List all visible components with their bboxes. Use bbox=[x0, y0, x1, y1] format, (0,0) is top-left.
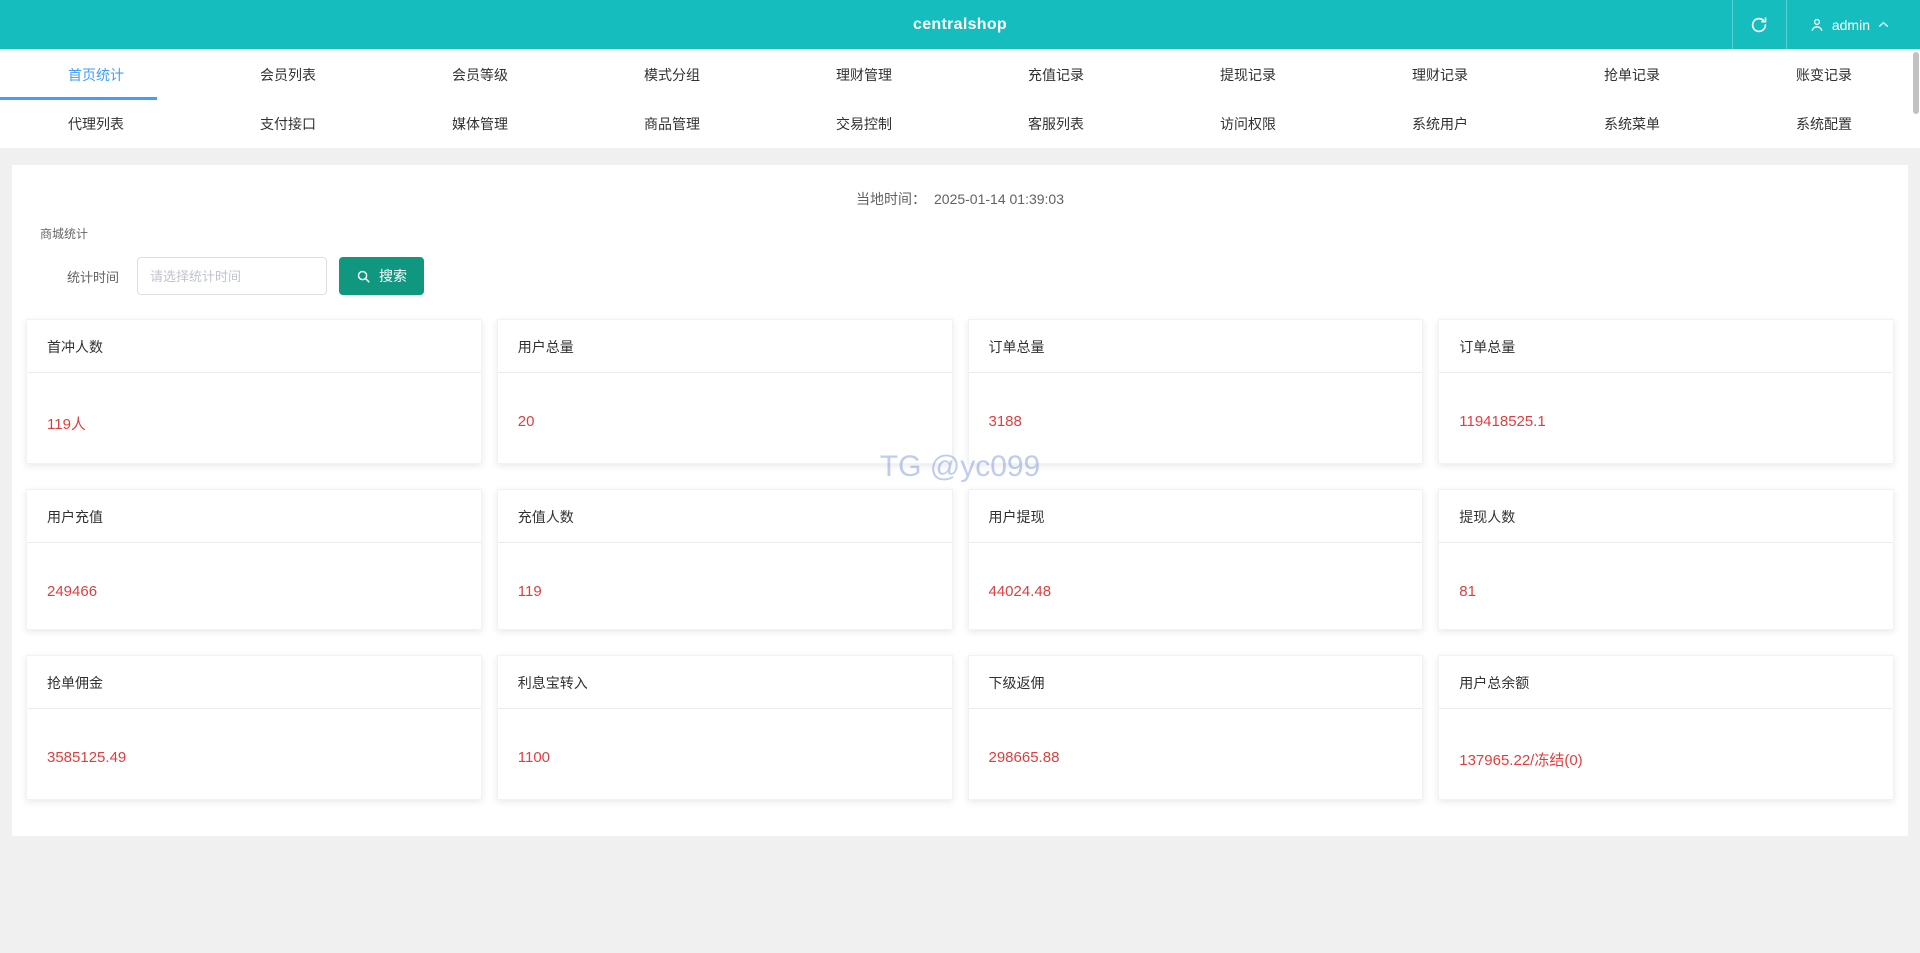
stat-card-title: 订单总量 bbox=[1439, 320, 1893, 373]
stat-card-total-orders: 订单总量 3188 bbox=[967, 319, 1424, 464]
stat-card-user-total-balance: 用户总余额 137965.22/冻结(0) bbox=[1438, 655, 1894, 800]
content-panel: 当地时间： 2025-01-14 01:39:03 商城统计 统计时间 搜索 首冲… bbox=[12, 165, 1908, 836]
stat-card-value: 1100 bbox=[517, 749, 551, 766]
stat-card-total-order-amount: 订单总量 119418525.1 bbox=[1438, 319, 1894, 464]
stat-card-value: 119人 bbox=[47, 416, 86, 433]
tab-trade-control[interactable]: 交易控制 bbox=[768, 100, 960, 148]
stat-card-user-recharge: 用户充值 249466 bbox=[26, 489, 482, 630]
stat-card-withdraw-users: 提现人数 81 bbox=[1438, 489, 1894, 630]
tab-finance-manage[interactable]: 理财管理 bbox=[768, 49, 960, 100]
tab-payment-api[interactable]: 支付接口 bbox=[192, 100, 384, 148]
stat-card-interest-transfer: 利息宝转入 1100 bbox=[496, 655, 953, 800]
stat-card-user-withdraw: 用户提现 44024.48 bbox=[967, 489, 1424, 630]
tab-system-menu[interactable]: 系统菜单 bbox=[1536, 100, 1728, 148]
app-title: centralshop bbox=[913, 15, 1007, 33]
tab-system-user[interactable]: 系统用户 bbox=[1344, 100, 1536, 148]
stat-card-title: 用户总量 bbox=[497, 320, 952, 373]
local-time: 当地时间： 2025-01-14 01:39:03 bbox=[12, 165, 1908, 209]
search-icon bbox=[356, 269, 371, 284]
search-button[interactable]: 搜索 bbox=[339, 257, 425, 295]
stat-card-recharge-users: 充值人数 119 bbox=[496, 489, 953, 630]
stat-card-value: 20 bbox=[517, 413, 535, 430]
stat-time-input[interactable] bbox=[137, 257, 328, 295]
stat-card-value: 44024.48 bbox=[988, 583, 1052, 600]
stat-card-value: 249466 bbox=[47, 583, 98, 600]
stat-card-title: 用户总余额 bbox=[1439, 656, 1893, 709]
nav-row-1: 首页统计 会员列表 会员等级 模式分组 理财管理 充值记录 提现记录 理财记录 … bbox=[0, 49, 1920, 100]
tab-service-list[interactable]: 客服列表 bbox=[960, 100, 1152, 148]
stat-card-title: 用户提现 bbox=[968, 490, 1423, 543]
tab-media-manage[interactable]: 媒体管理 bbox=[384, 100, 576, 148]
stat-card-title: 用户充值 bbox=[27, 490, 481, 543]
tab-account-change-records[interactable]: 账变记录 bbox=[1728, 49, 1920, 100]
nav-row-2: 代理列表 支付接口 媒体管理 商品管理 交易控制 客服列表 访问权限 系统用户 … bbox=[0, 100, 1920, 148]
refresh-icon bbox=[1750, 16, 1768, 34]
stat-card-value: 3585125.49 bbox=[47, 749, 127, 766]
header-controls: admin bbox=[1731, 0, 1920, 49]
tab-grab-order-records[interactable]: 抢单记录 bbox=[1536, 49, 1728, 100]
tab-product-manage[interactable]: 商品管理 bbox=[576, 100, 768, 148]
main-nav: 首页统计 会员列表 会员等级 模式分组 理财管理 充值记录 提现记录 理财记录 … bbox=[0, 49, 1920, 148]
stat-card-subordinate-rebate: 下级返佣 298665.88 bbox=[967, 655, 1424, 800]
user-icon bbox=[1809, 17, 1825, 33]
filter-label: 统计时间 bbox=[67, 269, 120, 285]
tab-home-stats[interactable]: 首页统计 bbox=[0, 49, 192, 100]
stat-card-title: 提现人数 bbox=[1439, 490, 1893, 543]
stat-card-value: 298665.88 bbox=[988, 749, 1060, 766]
user-menu[interactable]: admin bbox=[1785, 0, 1920, 49]
stat-card-total-users: 用户总量 20 bbox=[496, 319, 953, 464]
stat-card-first-recharge-users: 首冲人数 119人 bbox=[26, 319, 482, 464]
tab-member-list[interactable]: 会员列表 bbox=[192, 49, 384, 100]
tab-recharge-records[interactable]: 充值记录 bbox=[960, 49, 1152, 100]
refresh-button[interactable] bbox=[1731, 0, 1786, 49]
section-title: 商城统计 bbox=[40, 227, 89, 241]
stat-card-grab-commission: 抢单佣金 3585125.49 bbox=[26, 655, 482, 800]
vertical-scrollbar[interactable] bbox=[1913, 52, 1919, 114]
stat-card-value: 119 bbox=[517, 583, 542, 600]
search-button-label: 搜索 bbox=[379, 268, 408, 284]
tab-finance-records[interactable]: 理财记录 bbox=[1344, 49, 1536, 100]
tab-mode-group[interactable]: 模式分组 bbox=[576, 49, 768, 100]
stat-card-title: 下级返佣 bbox=[968, 656, 1423, 709]
stat-card-title: 首冲人数 bbox=[27, 320, 481, 373]
chevron-up-icon bbox=[1877, 18, 1890, 31]
tab-member-level[interactable]: 会员等级 bbox=[384, 49, 576, 100]
tab-system-config[interactable]: 系统配置 bbox=[1728, 100, 1920, 148]
stat-card-value: 81 bbox=[1459, 583, 1476, 600]
stats-grid: 首冲人数 119人 用户总量 20 订单总量 3188 订单总量 1194185… bbox=[26, 319, 1894, 800]
stat-card-value: 137965.22/冻结(0) bbox=[1459, 752, 1583, 769]
stat-card-value: 119418525.1 bbox=[1459, 413, 1546, 430]
tab-withdraw-records[interactable]: 提现记录 bbox=[1152, 49, 1344, 100]
app-header: centralshop admin bbox=[0, 0, 1920, 49]
username: admin bbox=[1831, 16, 1870, 33]
stat-card-title: 充值人数 bbox=[497, 490, 952, 543]
local-time-value: 2025-01-14 01:39:03 bbox=[934, 191, 1064, 207]
tab-access-permission[interactable]: 访问权限 bbox=[1152, 100, 1344, 148]
stat-card-value: 3188 bbox=[988, 413, 1022, 430]
stat-card-title: 利息宝转入 bbox=[497, 656, 952, 709]
stat-card-title: 订单总量 bbox=[968, 320, 1423, 373]
filter-bar: 统计时间 搜索 bbox=[67, 257, 1908, 295]
tab-agent-list[interactable]: 代理列表 bbox=[0, 100, 192, 148]
local-time-label: 当地时间： bbox=[856, 191, 926, 207]
stat-card-title: 抢单佣金 bbox=[27, 656, 481, 709]
